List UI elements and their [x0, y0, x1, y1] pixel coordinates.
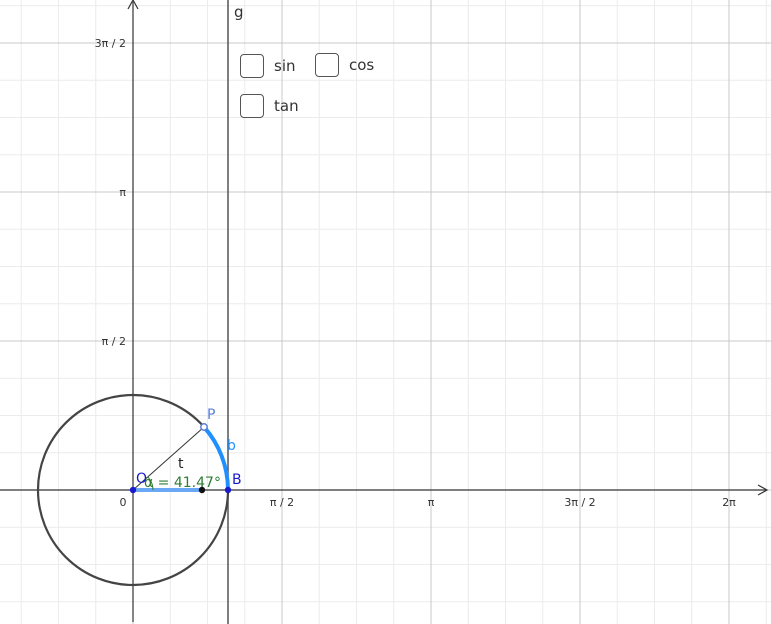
checkbox-tan-label: tan [274, 97, 299, 115]
checkbox-tan-row[interactable]: tan [240, 94, 299, 118]
checkbox-cos[interactable] [315, 53, 339, 77]
x-axis [0, 484, 769, 496]
point-p-label: P [207, 407, 215, 423]
point-cos-end[interactable] [198, 486, 206, 494]
checkbox-cos-label: cos [349, 56, 375, 74]
x-tick-label: 3π / 2 [564, 496, 595, 509]
y-tick-label: π / 2 [102, 335, 126, 348]
point-b[interactable] [224, 486, 232, 494]
checkbox-sin-label: sin [274, 57, 296, 75]
x-tick-label: 2π [722, 496, 736, 509]
minor-grid [0, 0, 771, 624]
x-tick-label: 0 [120, 496, 127, 509]
checkbox-sin-row[interactable]: sin [240, 54, 296, 78]
line-g-label: g [234, 3, 244, 21]
point-p[interactable] [200, 423, 208, 431]
checkbox-tan[interactable] [240, 94, 264, 118]
y-tick-label: π [119, 186, 126, 199]
major-grid [0, 0, 771, 624]
checkbox-sin[interactable] [240, 54, 264, 78]
checkbox-cos-row[interactable]: cos [315, 53, 374, 77]
arc-b-label: b [227, 438, 236, 454]
point-origin[interactable] [129, 486, 137, 494]
x-tick-label: π / 2 [270, 496, 294, 509]
x-tick-label: π [428, 496, 435, 509]
y-axis [127, 0, 139, 622]
graphing-canvas[interactable]: 0 π / 2 π 3π / 2 2π π / 2 π 3π / 2 g t b α = 41… [0, 0, 771, 624]
point-origin-label: O [136, 471, 147, 487]
segment-t-label: t [178, 456, 184, 472]
point-b-label: B [232, 472, 242, 488]
angle-alpha-label: α = 41.47° [144, 475, 221, 491]
y-tick-label: 3π / 2 [95, 37, 126, 50]
